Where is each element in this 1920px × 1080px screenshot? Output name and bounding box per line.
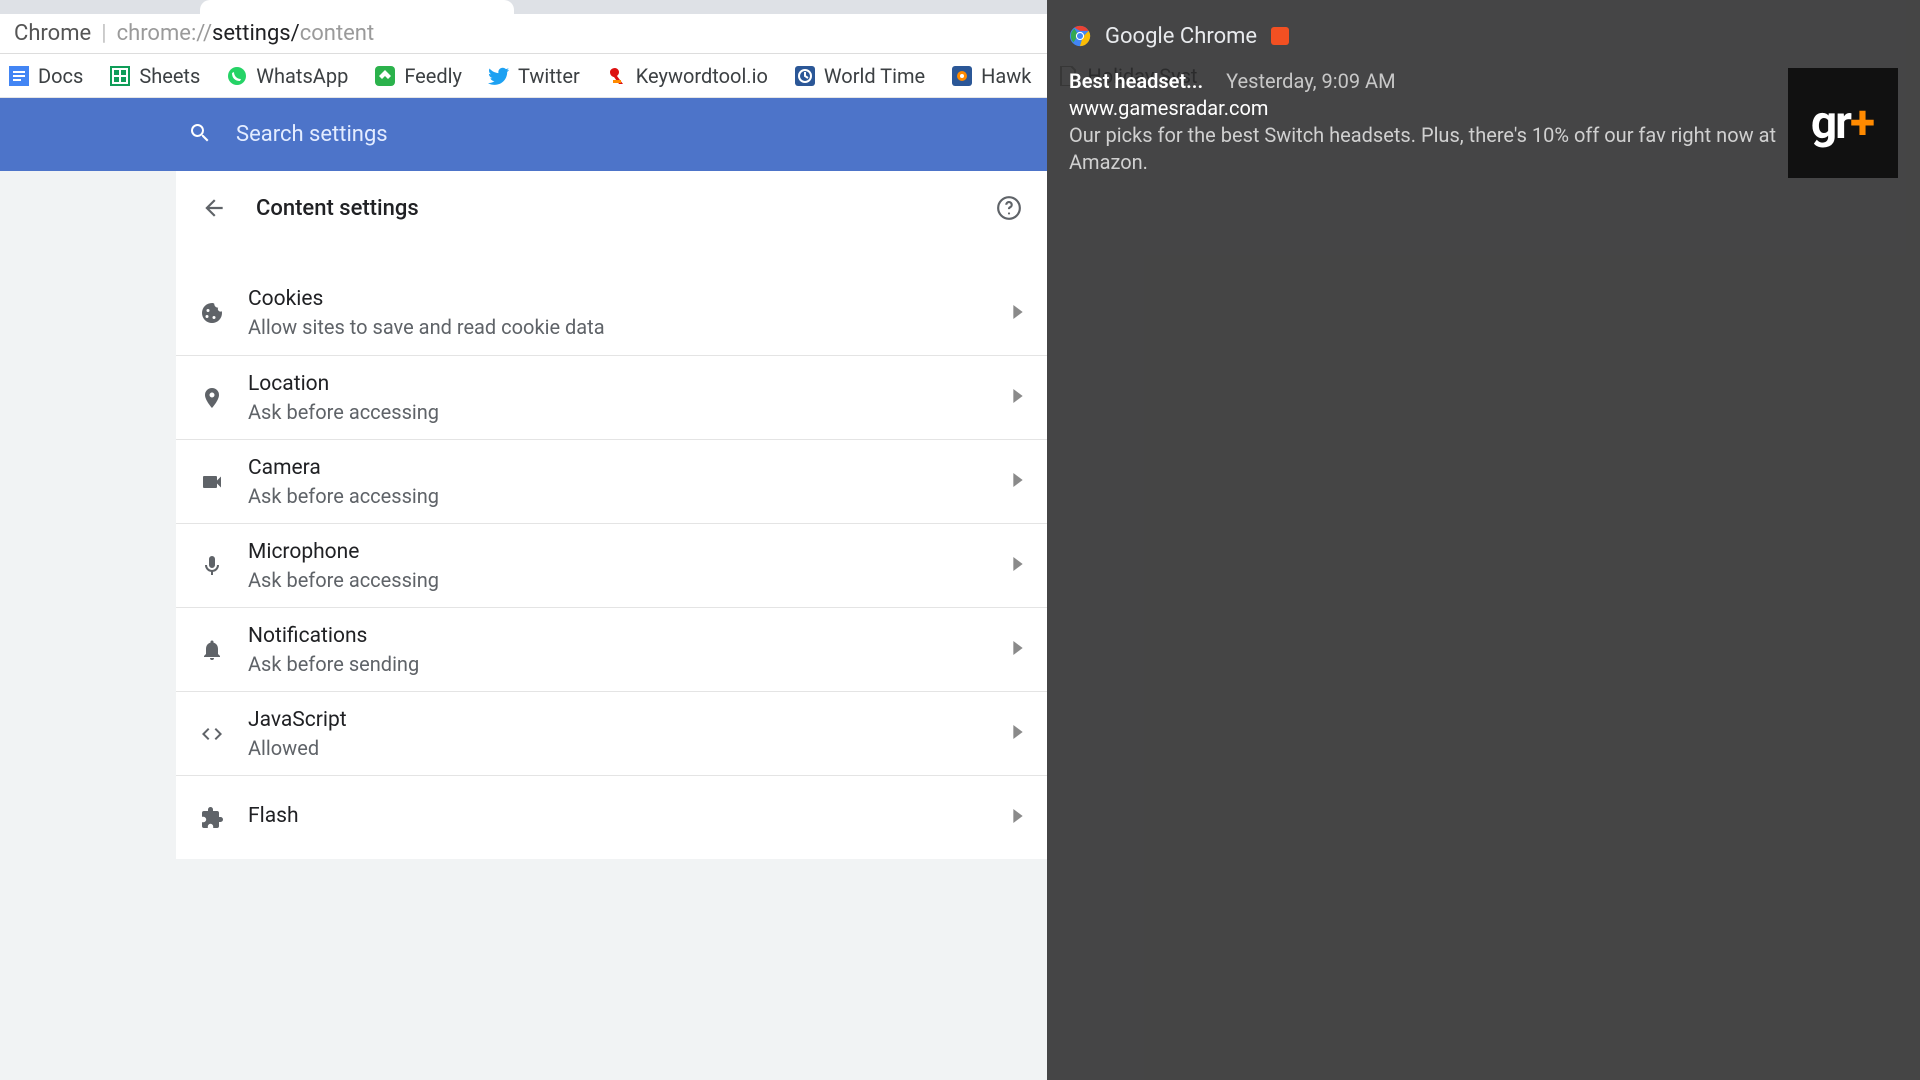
- code-icon: [200, 722, 248, 746]
- bookmarks-bar: Docs Sheets WhatsApp Feedly Twitter Keyw…: [0, 54, 1047, 98]
- cookie-icon: [200, 301, 248, 325]
- feedly-icon: [374, 65, 396, 87]
- page-title: Content settings: [256, 196, 967, 221]
- notification-card[interactable]: Best headset... Yesterday, 9:09 AM www.g…: [1047, 56, 1920, 190]
- bookmark-hawk[interactable]: Hawk: [951, 64, 1031, 88]
- setting-list: Cookies Allow sites to save and read coo…: [176, 245, 1047, 859]
- chevron-right-icon: [1013, 724, 1023, 743]
- bookmark-label: Keywordtool.io: [636, 64, 768, 88]
- docs-icon: [8, 65, 30, 87]
- omnibox-app-label: Chrome: [14, 21, 91, 46]
- chevron-right-icon: [1013, 808, 1023, 827]
- bookmark-whatsapp[interactable]: WhatsApp: [226, 64, 348, 88]
- bookmark-keywordtool[interactable]: Keywordtool.io: [606, 64, 768, 88]
- omnibox[interactable]: Chrome | chrome://settings/content: [0, 14, 1047, 54]
- hawk-icon: [951, 65, 973, 87]
- setting-title: JavaScript: [248, 708, 1013, 732]
- back-button[interactable]: [200, 194, 228, 222]
- setting-location[interactable]: Location Ask before accessing: [176, 355, 1047, 439]
- bookmark-sheets[interactable]: Sheets: [109, 64, 200, 88]
- bookmark-label: WhatsApp: [256, 64, 348, 88]
- tab-active[interactable]: [200, 0, 514, 14]
- setting-sub: Allowed: [248, 736, 1013, 760]
- bookmark-label: Feedly: [404, 64, 462, 88]
- chevron-right-icon: [1013, 304, 1023, 323]
- bookmark-docs[interactable]: Docs: [8, 64, 83, 88]
- notification-app-name: Google Chrome: [1105, 24, 1257, 49]
- notification-app-row: Google Chrome: [1047, 16, 1920, 56]
- setting-title: Microphone: [248, 540, 1013, 564]
- setting-flash[interactable]: Flash: [176, 775, 1047, 859]
- chevron-right-icon: [1013, 640, 1023, 659]
- bell-icon: [200, 638, 248, 662]
- setting-notifications[interactable]: Notifications Ask before sending: [176, 607, 1047, 691]
- setting-sub: Ask before accessing: [248, 484, 1013, 508]
- settings-card: Content settings Cookies Allow sites to …: [176, 171, 1047, 859]
- setting-title: Notifications: [248, 624, 1013, 648]
- notification-body: Our picks for the best Switch headsets. …: [1069, 122, 1788, 176]
- omnibox-separator: |: [101, 21, 106, 46]
- setting-sub: Ask before accessing: [248, 568, 1013, 592]
- setting-camera[interactable]: Camera Ask before accessing: [176, 439, 1047, 523]
- notification-panel: Google Chrome Best headset... Yesterday,…: [1047, 0, 1920, 1080]
- notification-title: Best headset...: [1069, 69, 1203, 93]
- bookmark-label: World Time: [824, 64, 925, 88]
- setting-microphone[interactable]: Microphone Ask before accessing: [176, 523, 1047, 607]
- setting-title: Camera: [248, 456, 1013, 480]
- location-icon: [200, 386, 248, 410]
- plugin-icon: [200, 806, 248, 830]
- setting-sub: Allow sites to save and read cookie data: [248, 315, 1013, 339]
- search-settings-input[interactable]: [236, 122, 836, 147]
- camera-icon: [200, 470, 248, 494]
- notification-time: Yesterday, 9:09 AM: [1226, 69, 1395, 93]
- chevron-right-icon: [1013, 388, 1023, 407]
- setting-sub: Ask before accessing: [248, 400, 1013, 424]
- setting-sub: Ask before sending: [248, 652, 1013, 676]
- setting-title: Flash: [248, 804, 1013, 828]
- card-header: Content settings: [176, 171, 1047, 245]
- bookmark-label: Docs: [38, 64, 83, 88]
- sheets-icon: [109, 65, 131, 87]
- chevron-right-icon: [1013, 472, 1023, 491]
- setting-javascript[interactable]: JavaScript Allowed: [176, 691, 1047, 775]
- worldtime-icon: [794, 65, 816, 87]
- notification-site: www.gamesradar.com: [1069, 95, 1788, 122]
- bookmark-label: Sheets: [139, 64, 200, 88]
- bookmark-label: Hawk: [981, 64, 1031, 88]
- tab-strip: [0, 0, 1047, 14]
- keywordtool-icon: [606, 65, 628, 87]
- twitter-icon: [488, 65, 510, 87]
- settings-body: Content settings Cookies Allow sites to …: [0, 171, 1047, 1080]
- settings-search-bar: [0, 98, 1047, 171]
- omnibox-url: chrome://settings/content: [117, 21, 375, 46]
- notification-badge-icon: [1271, 27, 1289, 45]
- bookmark-twitter[interactable]: Twitter: [488, 64, 580, 88]
- setting-title: Cookies: [248, 287, 1013, 311]
- help-button[interactable]: [995, 194, 1023, 222]
- search-icon: [188, 121, 212, 149]
- microphone-icon: [200, 554, 248, 578]
- bookmark-feedly[interactable]: Feedly: [374, 64, 462, 88]
- whatsapp-icon: [226, 65, 248, 87]
- setting-cookies[interactable]: Cookies Allow sites to save and read coo…: [176, 271, 1047, 355]
- gr-logo-icon: gr+: [1811, 96, 1875, 150]
- chrome-icon: [1069, 25, 1091, 47]
- chevron-right-icon: [1013, 556, 1023, 575]
- bookmark-worldtime[interactable]: World Time: [794, 64, 925, 88]
- notification-thumbnail: gr+: [1788, 68, 1898, 178]
- setting-title: Location: [248, 372, 1013, 396]
- bookmark-label: Twitter: [518, 64, 580, 88]
